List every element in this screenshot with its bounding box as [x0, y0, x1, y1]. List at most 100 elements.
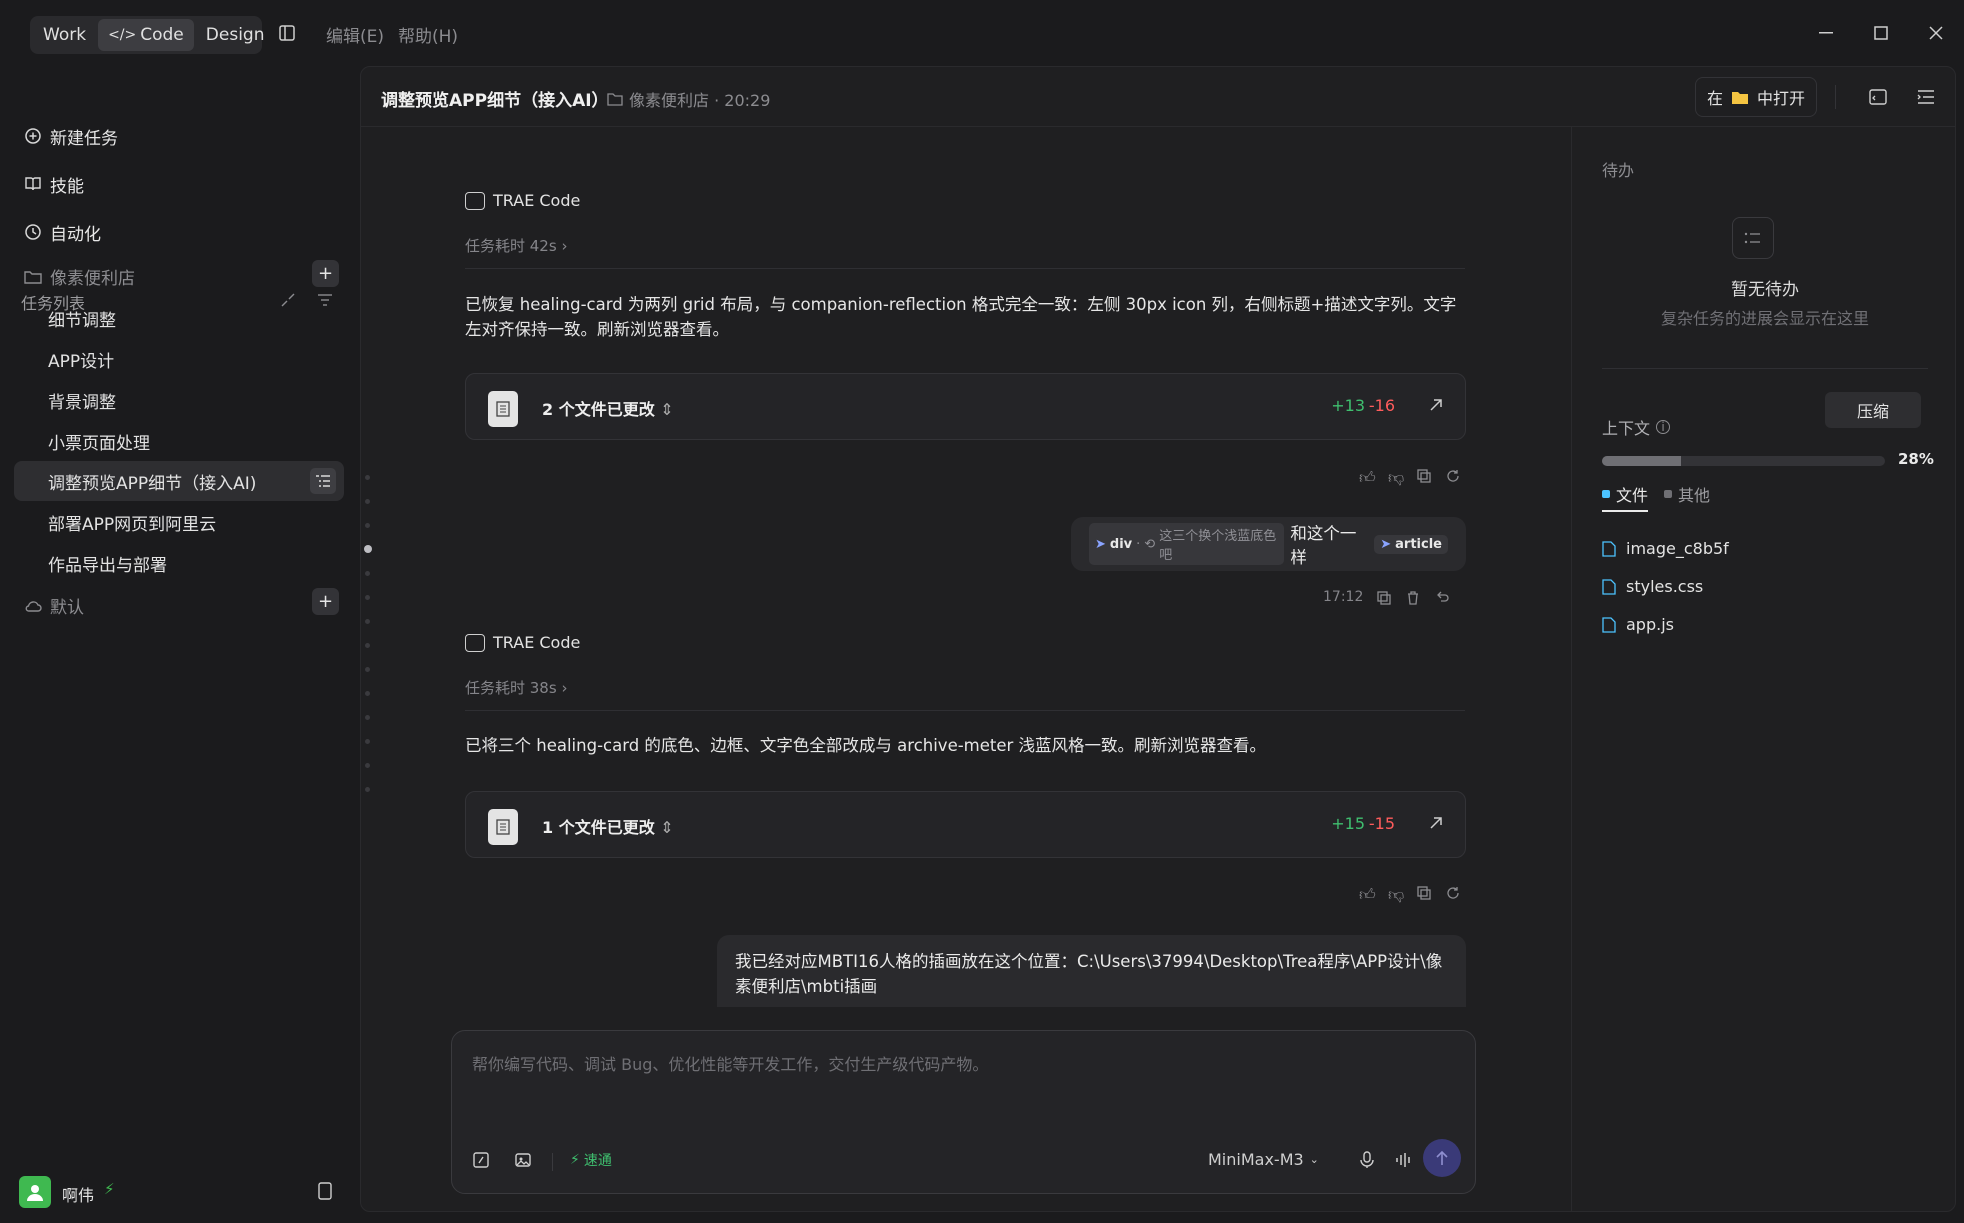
copy-icon[interactable] — [1417, 468, 1434, 485]
device-icon[interactable] — [318, 1182, 332, 1200]
add-task-button[interactable]: + — [312, 260, 339, 287]
files-changed-card[interactable]: 2 个文件已更改 ⇕ +13 -16 — [465, 373, 1466, 440]
tab-files[interactable]: 文件 — [1602, 482, 1649, 512]
book-icon — [25, 177, 41, 191]
open-external-icon[interactable] — [1427, 396, 1447, 416]
task-item[interactable]: 部署APP网页到阿里云 — [14, 502, 344, 542]
chat-input-box[interactable]: 帮你编写代码、调试 Bug、优化性能等开发工作，交付生产级代码产物。 ⚡ 速通 … — [451, 1030, 1476, 1194]
mode-switcher: Work </> Code Design — [30, 16, 264, 54]
new-task-icon — [25, 128, 41, 144]
folder-icon — [1732, 91, 1748, 104]
nav-new-task[interactable]: 新建任务 — [24, 121, 118, 151]
clock-icon — [25, 224, 41, 240]
tab-marker — [1664, 490, 1672, 498]
chat-meta: 像素便利店 · 20:29 — [607, 87, 770, 111]
microphone-icon[interactable] — [1358, 1151, 1378, 1171]
file-icon — [1602, 616, 1616, 633]
thumbs-down-icon[interactable]: 👎︎ — [1388, 468, 1405, 487]
close-icon[interactable] — [1923, 20, 1949, 46]
task-elapsed[interactable]: 任务耗时 38s › — [465, 677, 567, 698]
nav-skills[interactable]: 技能 — [24, 169, 84, 199]
folder-icon — [24, 270, 42, 284]
agent-icon — [465, 191, 485, 210]
thumbs-down-icon[interactable]: 👎︎ — [1388, 885, 1405, 904]
element-chip[interactable]: ➤ article — [1374, 534, 1448, 554]
open-external-icon[interactable] — [1427, 814, 1447, 834]
undo-icon[interactable] — [1435, 590, 1452, 607]
maximize-icon[interactable] — [1868, 20, 1894, 46]
header-divider — [1835, 85, 1836, 109]
model-selector[interactable]: MiniMax-M3 ⌄ — [1208, 1150, 1319, 1169]
main-panel: 调整预览APP细节（接入AI） 像素便利店 · 20:29 在 中打开 TRAE… — [360, 66, 1956, 1212]
file-item[interactable]: app.js — [1602, 615, 1674, 634]
toggle-sidebar-icon[interactable] — [278, 24, 296, 42]
task-item[interactable]: 背景调整 — [14, 380, 344, 420]
task-item[interactable]: 作品导出与部署 — [14, 543, 344, 583]
task-elapsed[interactable]: 任务耗时 42s › — [465, 235, 567, 256]
menu-edit[interactable]: 编辑(E) — [326, 22, 384, 47]
retry-icon[interactable] — [1446, 885, 1463, 902]
file-item[interactable]: image_c8b5f — [1602, 539, 1729, 558]
lines-removed: -15 — [1368, 814, 1395, 833]
model-label: MiniMax-M3 — [1208, 1150, 1304, 1169]
tab-other[interactable]: 其他 — [1664, 482, 1710, 506]
message-time: 17:12 — [1323, 589, 1364, 605]
nav-automation-label: 自动化 — [50, 224, 101, 245]
minimize-icon[interactable] — [1813, 20, 1839, 46]
user-message: 我已经对应MBTI16人格的插画放在这个位置：C:\Users\37994\De… — [717, 935, 1466, 1007]
compress-button[interactable]: 压缩 — [1825, 392, 1921, 428]
expand-icon: ⇕ — [660, 818, 674, 837]
nav-skills-label: 技能 — [50, 176, 84, 197]
command-icon[interactable] — [472, 1151, 492, 1171]
outline-icon[interactable] — [1916, 87, 1936, 107]
file-item[interactable]: styles.css — [1602, 577, 1703, 596]
agent-name: TRAE Code — [465, 633, 580, 652]
mode-code[interactable]: </> Code — [98, 19, 194, 51]
copy-icon[interactable] — [1417, 885, 1434, 902]
bolt-icon: ⚡ — [570, 1152, 580, 1168]
mode-design[interactable]: Design — [196, 19, 275, 51]
folder-icon — [607, 93, 623, 106]
task-item[interactable]: 细节调整 — [14, 298, 344, 338]
copy-icon[interactable] — [1377, 590, 1394, 607]
voice-wave-icon[interactable] — [1394, 1151, 1414, 1171]
files-changed-label: 2 个文件已更改 ⇕ — [542, 400, 674, 419]
send-button[interactable] — [1423, 1139, 1461, 1177]
chat-input-placeholder: 帮你编写代码、调试 Bug、优化性能等开发工作，交付生产级代码产物。 — [472, 1055, 989, 1074]
context-progress-bar — [1602, 456, 1885, 466]
user-name: 啊伟 — [62, 1186, 95, 1205]
code-icon: </> — [108, 27, 137, 43]
task-item[interactable]: APP设计 — [14, 339, 344, 379]
toolbar-divider — [552, 1153, 553, 1171]
file-icon — [1602, 578, 1616, 595]
mode-work[interactable]: Work — [33, 19, 96, 51]
files-changed-card[interactable]: 1 个文件已更改 ⇕ +15 -15 — [465, 791, 1466, 858]
info-icon[interactable]: i — [1656, 420, 1671, 434]
task-item[interactable]: 小票页面处理 — [14, 421, 344, 461]
mode-code-label: Code — [140, 25, 184, 45]
add-default-task-button[interactable]: + — [312, 588, 339, 615]
speed-mode-button[interactable]: ⚡ 速通 — [570, 1150, 612, 1170]
file-icon — [1602, 540, 1616, 557]
task-item-active[interactable]: 调整预览APP细节（接入AI) — [14, 461, 344, 501]
context-label: 上下文 i — [1602, 415, 1671, 439]
menu-help[interactable]: 帮助(H) — [398, 22, 458, 47]
default-group[interactable]: 默认 — [24, 593, 84, 618]
project-name: 像素便利店 — [50, 269, 135, 289]
panel-icon[interactable] — [1868, 87, 1888, 107]
divider — [465, 268, 1465, 269]
avatar[interactable] — [19, 1176, 51, 1208]
nav-automation[interactable]: 自动化 — [24, 217, 101, 247]
agent-name-label: TRAE Code — [493, 633, 581, 652]
thumbs-up-icon[interactable]: 👍︎ — [1359, 468, 1376, 487]
thumbs-up-icon[interactable]: 👍︎ — [1359, 885, 1376, 904]
retry-icon[interactable] — [1446, 468, 1463, 485]
project-group[interactable]: 像素便利店 — [24, 264, 135, 289]
page-title: 调整预览APP细节（接入AI） — [381, 91, 609, 111]
task-outline-icon[interactable] — [310, 468, 336, 494]
tab-marker — [1602, 490, 1610, 498]
image-icon[interactable] — [514, 1151, 534, 1171]
element-chip[interactable]: ➤ div · ⟲ 这三个换个浅蓝底色吧 — [1089, 523, 1285, 565]
delete-icon[interactable] — [1406, 590, 1423, 607]
open-in-button[interactable]: 在 中打开 — [1695, 77, 1817, 117]
